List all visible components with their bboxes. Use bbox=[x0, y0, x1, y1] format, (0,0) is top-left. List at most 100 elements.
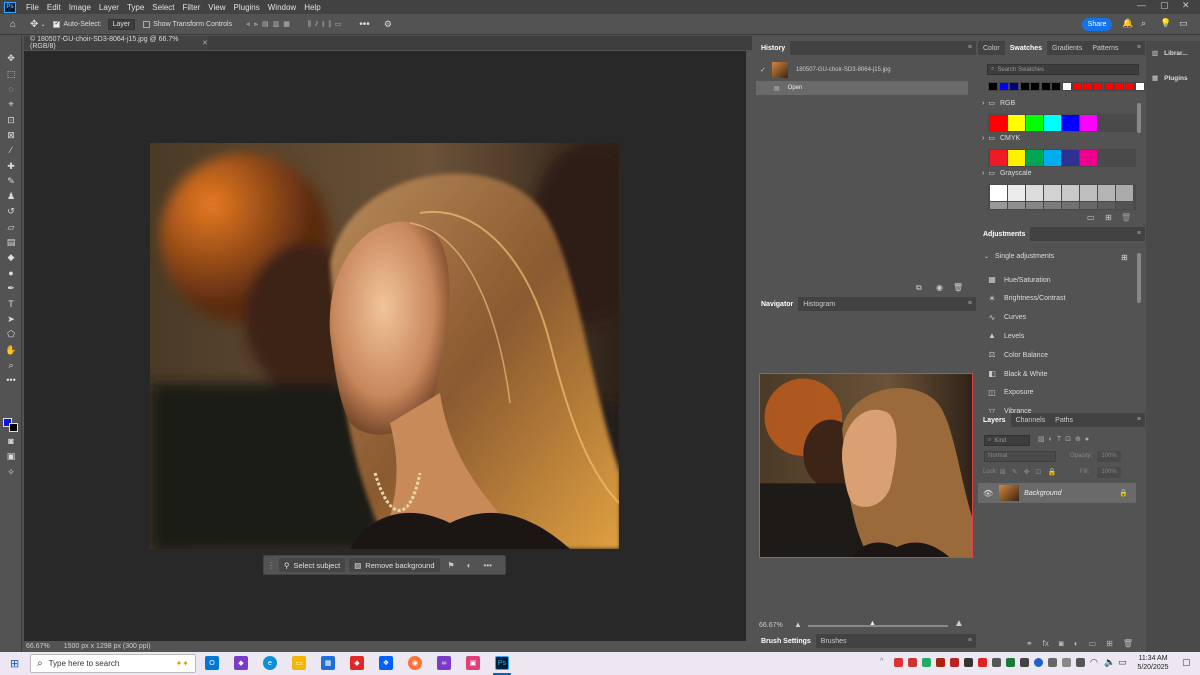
adjustment-item[interactable]: ◧ Black & White bbox=[986, 369, 1047, 379]
tray-icon-1[interactable] bbox=[894, 658, 903, 667]
tab-histogram[interactable]: Histogram bbox=[798, 297, 840, 311]
more-tools-icon[interactable]: ••• bbox=[5, 374, 17, 386]
swatch[interactable] bbox=[1026, 185, 1043, 201]
link-icon[interactable]: ⚭ bbox=[1026, 639, 1033, 648]
camera-icon[interactable]: ◉ bbox=[936, 283, 943, 292]
group-icon[interactable]: ▭ bbox=[1089, 639, 1097, 648]
purple-app-icon[interactable]: ∞ bbox=[437, 656, 451, 670]
hand-icon[interactable]: ✋ bbox=[5, 344, 17, 356]
adjust-icon[interactable]: ◐ bbox=[467, 561, 472, 570]
zoom-out-icon[interactable]: ▲ bbox=[794, 620, 802, 629]
opacity-field[interactable]: 100% bbox=[1097, 451, 1121, 462]
swatch[interactable] bbox=[1103, 82, 1114, 91]
background-color-icon[interactable] bbox=[9, 423, 18, 432]
eyedropper-icon[interactable]: ⁄ bbox=[5, 144, 17, 156]
red-app-icon[interactable]: ◆ bbox=[350, 656, 364, 670]
crop-icon[interactable]: ⊡ bbox=[5, 114, 17, 126]
single-adjustments-section[interactable]: ⌄ Single adjustments bbox=[984, 253, 1054, 260]
swatch[interactable] bbox=[1040, 82, 1051, 91]
path-select-icon[interactable]: ➤ bbox=[5, 313, 17, 325]
menu-help[interactable]: Help bbox=[300, 3, 324, 12]
tab-gradients[interactable]: Gradients bbox=[1047, 41, 1087, 55]
swatch[interactable] bbox=[1030, 82, 1040, 91]
adjustment-item[interactable]: ▲ Levels bbox=[986, 331, 1024, 341]
tray-icon-10[interactable] bbox=[1020, 658, 1029, 667]
tab-brushes[interactable]: Brushes bbox=[816, 634, 852, 648]
swatch[interactable] bbox=[1026, 202, 1043, 209]
wifi-icon[interactable]: ◠ bbox=[1090, 657, 1098, 668]
zoom-level[interactable]: 66.67% bbox=[26, 643, 50, 650]
move-icon[interactable]: ✥ bbox=[5, 52, 17, 64]
swatch-group-2[interactable]: › ▭ Grayscale bbox=[982, 169, 1031, 178]
trash-icon[interactable]: 🗑 bbox=[1121, 213, 1131, 222]
swatch[interactable] bbox=[1093, 82, 1103, 91]
swatch[interactable] bbox=[990, 150, 1007, 166]
panel-menu-icon[interactable]: ≡ bbox=[1137, 44, 1141, 51]
lock-icon[interactable]: 🔒 bbox=[1119, 489, 1128, 497]
remove-background-button[interactable]: ▨ Remove background bbox=[349, 558, 440, 572]
libraries-button[interactable]: ▥ Librar... bbox=[1152, 49, 1188, 58]
taskbar-clock[interactable]: 11:34 AM 5/20/2025 bbox=[1132, 654, 1174, 672]
new-document-icon[interactable]: ⧉ bbox=[916, 283, 922, 293]
adjustments-scrollbar[interactable] bbox=[1137, 253, 1141, 303]
panel-menu-icon[interactable]: ≡ bbox=[968, 44, 972, 51]
document-image[interactable] bbox=[150, 143, 619, 549]
auto-select-dropdown[interactable]: Layer bbox=[107, 18, 136, 30]
edge-icon[interactable]: e bbox=[263, 656, 277, 670]
pink-app-icon[interactable]: ▣ bbox=[466, 656, 480, 670]
trash-icon[interactable]: 🗑 bbox=[953, 283, 963, 292]
tray-icon-8[interactable] bbox=[992, 658, 1001, 667]
zoom-in-icon[interactable]: ▲ bbox=[954, 618, 964, 629]
swatch[interactable] bbox=[1044, 185, 1061, 201]
dodge-icon[interactable]: ● bbox=[5, 267, 17, 279]
lock-icons[interactable]: ⊠✎✥⊡🔒 bbox=[1000, 468, 1062, 476]
swatch[interactable] bbox=[1124, 82, 1135, 91]
firefox-icon[interactable]: ◉ bbox=[408, 656, 422, 670]
distribute-icons[interactable]: ⫼⫽⫾⫿▭ bbox=[308, 20, 345, 29]
document-info[interactable]: 1500 px x 1298 px (300 ppi) bbox=[64, 643, 151, 650]
stamp-icon[interactable]: ♟ bbox=[5, 190, 17, 202]
bluetooth-icon[interactable] bbox=[1034, 658, 1043, 667]
panel-menu-icon[interactable]: ≡ bbox=[1137, 416, 1141, 423]
quick-mask-icon[interactable]: ◙ bbox=[5, 435, 17, 447]
taskbar-search-box[interactable]: ⌕ Type here to search ✦✦ bbox=[30, 654, 196, 673]
swatch[interactable] bbox=[1082, 82, 1093, 91]
tray-icon-11[interactable] bbox=[1048, 658, 1057, 667]
swatch[interactable] bbox=[1062, 202, 1079, 209]
navigator-zoom[interactable]: 66.67% bbox=[759, 622, 783, 629]
tray-icon-6[interactable] bbox=[964, 658, 973, 667]
move-tool-icon[interactable]: ✥ bbox=[30, 19, 38, 30]
swatch[interactable] bbox=[1061, 82, 1072, 91]
swatch[interactable] bbox=[1062, 185, 1079, 201]
photoshop-taskbar-icon[interactable]: Ps bbox=[495, 656, 509, 670]
tab-brush-settings[interactable]: Brush Settings bbox=[756, 634, 816, 648]
swatch[interactable] bbox=[998, 82, 1009, 91]
swatch[interactable] bbox=[990, 115, 1007, 131]
swatch[interactable] bbox=[1072, 82, 1082, 91]
swatch[interactable] bbox=[1008, 202, 1025, 209]
marquee-icon[interactable]: ⬚ bbox=[5, 68, 17, 80]
menu-type[interactable]: Type bbox=[123, 3, 148, 12]
menu-window[interactable]: Window bbox=[264, 3, 300, 12]
zoom-slider-track[interactable] bbox=[808, 625, 948, 627]
copilot-icon[interactable]: ◆ bbox=[234, 656, 248, 670]
tab-navigator[interactable]: Navigator bbox=[756, 297, 799, 311]
swatch[interactable] bbox=[1080, 185, 1097, 201]
menu-view[interactable]: View bbox=[204, 3, 229, 12]
fill-field[interactable]: 100% bbox=[1097, 467, 1121, 478]
layer-kind-filter[interactable]: ⌕ Kind bbox=[984, 435, 1030, 446]
tray-icon-9[interactable] bbox=[1006, 658, 1015, 667]
history-brush-icon[interactable]: ↺ bbox=[5, 205, 17, 217]
tab-swatches[interactable]: Swatches bbox=[1004, 41, 1048, 55]
menu-image[interactable]: Image bbox=[65, 3, 95, 12]
history-step-open[interactable]: ▤ Open bbox=[756, 81, 968, 95]
tray-icon-3[interactable] bbox=[922, 658, 931, 667]
menu-layer[interactable]: Layer bbox=[95, 3, 123, 12]
generative-icon[interactable]: ✧ bbox=[5, 466, 17, 478]
tab-adjustments[interactable]: Adjustments bbox=[978, 227, 1031, 241]
menu-edit[interactable]: Edit bbox=[43, 3, 65, 12]
workspace-icon[interactable]: ▭ bbox=[1179, 18, 1188, 29]
eraser-icon[interactable]: ▱ bbox=[5, 221, 17, 233]
auto-select-checkbox[interactable]: ✓ Auto-Select: bbox=[53, 20, 102, 28]
more-options-icon[interactable]: ••• bbox=[359, 19, 370, 30]
